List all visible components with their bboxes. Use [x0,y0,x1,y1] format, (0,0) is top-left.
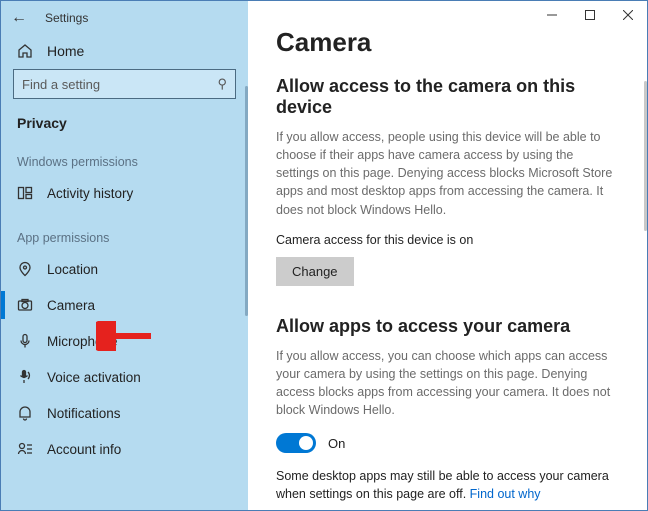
allow-apps-toggle[interactable] [276,433,316,453]
camera-icon [17,297,33,313]
sidebar-item-label: Account info [47,442,121,457]
account-icon [17,441,33,457]
desktop-apps-note: Some desktop apps may still be able to a… [276,467,619,503]
home-icon [17,43,33,59]
sidebar: ← Settings Home Find a setting ⚲ Privacy… [1,1,248,510]
sidebar-item-label: Activity history [47,186,133,201]
notifications-icon [17,405,33,421]
section2-heading: Allow apps to access your camera [276,316,619,337]
section2-body: If you allow access, you can choose whic… [276,347,619,420]
main-panel: Camera Allow access to the camera on thi… [248,1,647,510]
sidebar-item-account-info[interactable]: Account info [13,431,236,467]
location-icon [17,261,33,277]
sidebar-home[interactable]: Home [13,35,236,69]
activity-icon [17,185,33,201]
windows-permissions-header: Windows permissions [13,149,236,175]
search-icon: ⚲ [217,76,227,92]
sidebar-item-label: Notifications [47,406,121,421]
sidebar-item-notifications[interactable]: Notifications [13,395,236,431]
sidebar-item-voice-activation[interactable]: Voice activation [13,359,236,395]
sidebar-item-camera[interactable]: Camera [13,287,236,323]
sidebar-item-location[interactable]: Location [13,251,236,287]
change-button[interactable]: Change [276,257,354,286]
window-title: Settings [45,11,88,25]
voice-icon [17,369,33,385]
sidebar-item-microphone[interactable]: Microphone [13,323,236,359]
page-title: Camera [276,27,619,58]
microphone-icon [17,333,33,349]
toggle-state-label: On [328,436,345,451]
section1-body: If you allow access, people using this d… [276,128,619,219]
main-scrollbar[interactable] [644,81,647,231]
sidebar-item-activity-history[interactable]: Activity history [13,175,236,211]
camera-access-status: Camera access for this device is on [276,233,619,247]
sidebar-item-label: Microphone [47,334,118,349]
section1-heading: Allow access to the camera on this devic… [276,76,619,118]
search-placeholder: Find a setting [22,77,100,92]
sidebar-item-label: Location [47,262,98,277]
find-out-why-link[interactable]: Find out why [470,487,541,501]
sidebar-home-label: Home [47,43,84,59]
app-permissions-header: App permissions [13,225,236,251]
back-arrow-icon[interactable]: ← [11,9,27,27]
privacy-category[interactable]: Privacy [13,111,236,149]
search-input[interactable]: Find a setting ⚲ [13,69,236,99]
sidebar-item-label: Voice activation [47,370,141,385]
sidebar-item-label: Camera [47,298,95,313]
